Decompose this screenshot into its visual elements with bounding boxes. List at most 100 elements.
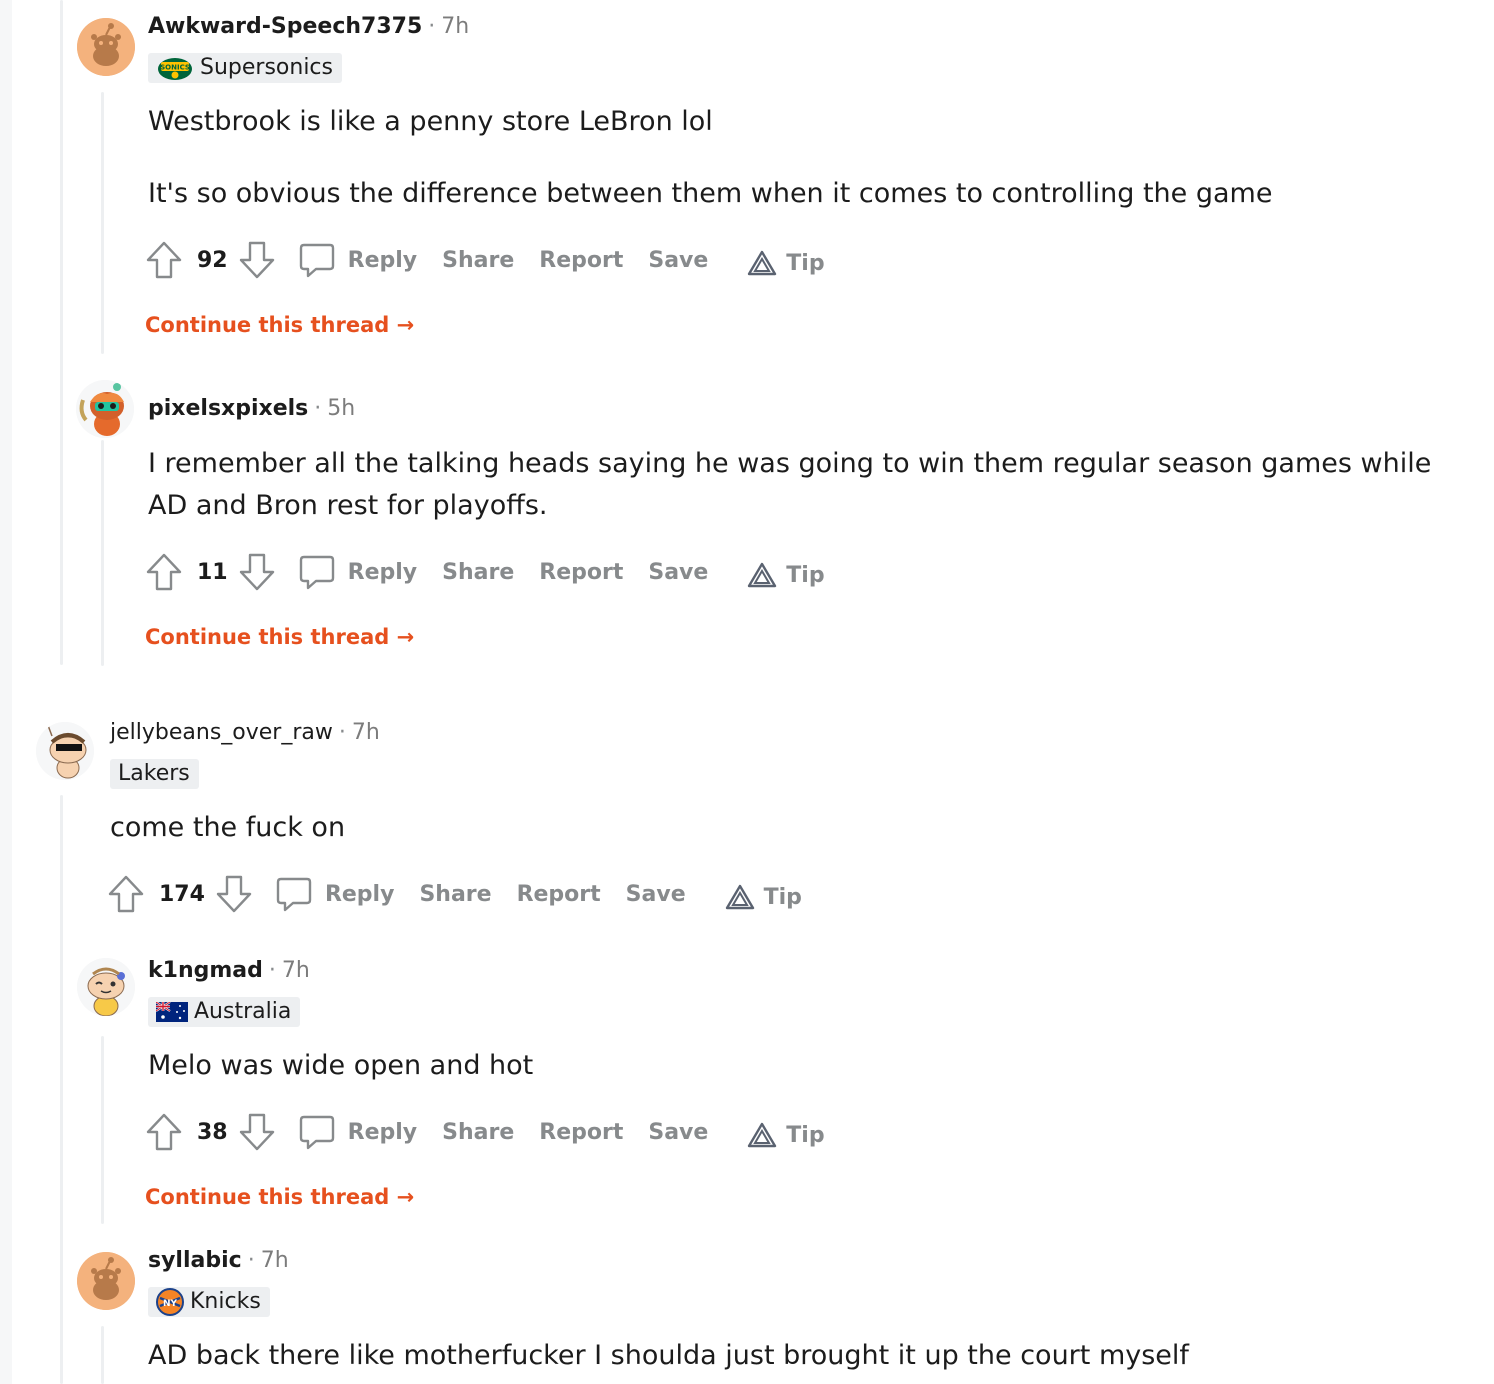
author-link[interactable]: pixelsxpixels (148, 396, 308, 421)
continue-thread-link[interactable]: Continue this thread → (145, 1185, 414, 1209)
avatar[interactable] (77, 958, 135, 1016)
reply-button[interactable]: Reply (275, 875, 395, 913)
avatar[interactable] (76, 380, 134, 438)
avatar[interactable] (36, 722, 94, 780)
continue-thread-link[interactable]: Continue this thread → (145, 625, 414, 649)
author-link[interactable]: syllabic (148, 1248, 242, 1273)
comment-paragraph: I remember all the talking heads saying … (148, 448, 1432, 521)
downvote-arrow-icon[interactable] (215, 874, 253, 914)
reply-button[interactable]: Reply (298, 241, 418, 279)
comment-paragraph: It's so obvious the difference between t… (148, 178, 1273, 209)
upvote-arrow-icon[interactable] (145, 240, 183, 280)
separator-dot: · (247, 1248, 255, 1273)
reply-label: Reply (347, 247, 418, 273)
downvote-arrow-icon[interactable] (238, 552, 276, 592)
upvote-arrow-icon[interactable] (107, 874, 145, 914)
tip-button[interactable]: Tip (724, 883, 802, 911)
reply-button[interactable]: Reply (298, 553, 418, 591)
author-link[interactable]: Awkward-Speech7375 (148, 14, 422, 39)
thread-line[interactable] (101, 1326, 104, 1384)
timestamp[interactable]: 7h (282, 958, 310, 983)
tip-triangle-icon (748, 562, 777, 588)
continue-thread-label: Continue this thread (145, 625, 390, 649)
save-button[interactable]: Save (626, 882, 686, 907)
reply-button[interactable]: Reply (298, 1113, 417, 1151)
comment-meta: Awkward-Speech7375 · 7h (148, 14, 469, 39)
svg-text:NY: NY (163, 1299, 178, 1309)
report-button[interactable]: Report (539, 1120, 623, 1145)
save-button[interactable]: Save (648, 1120, 708, 1145)
upvote-arrow-icon[interactable] (145, 1112, 183, 1152)
separator-dot: · (268, 958, 276, 983)
tip-button[interactable]: Tip (746, 561, 825, 589)
svg-text:SONICS: SONICS (160, 64, 190, 72)
thread-line[interactable] (101, 440, 104, 666)
tip-triangle-icon (748, 1122, 777, 1148)
thread-line[interactable] (60, 795, 63, 1384)
save-button[interactable]: Save (648, 248, 708, 273)
comment-meta: k1ngmad · 7h (148, 958, 310, 983)
reply-label: Reply (347, 559, 418, 585)
comment-bubble-icon (299, 1115, 334, 1150)
flair-text: Knicks (190, 1289, 261, 1314)
avatar[interactable] (77, 1252, 135, 1310)
arrow-right-icon: → (389, 625, 415, 649)
flair-text: Australia (194, 999, 292, 1024)
downvote-arrow-icon[interactable] (238, 240, 276, 280)
author-link[interactable]: k1ngmad (148, 958, 263, 983)
thread-line[interactable] (101, 92, 104, 354)
timestamp[interactable]: 5h (327, 396, 355, 421)
comment-thread-page: Awkward-Speech7375 · 7h SONICS Supersonics… (0, 0, 1494, 1384)
share-button[interactable]: Share (442, 1120, 514, 1145)
user-flair: NY Knicks (148, 1287, 270, 1317)
vote-score: 38 (197, 1119, 228, 1145)
snoo-avatar-icon (77, 1252, 135, 1310)
reply-label: Reply (324, 881, 395, 907)
share-button[interactable]: Share (442, 560, 514, 585)
report-button[interactable]: Report (539, 560, 623, 585)
tip-label: Tip (786, 562, 825, 588)
continue-thread-label: Continue this thread (145, 313, 390, 337)
share-button[interactable]: Share (419, 882, 491, 907)
comment-paragraph: Melo was wide open and hot (148, 1050, 534, 1081)
avatar[interactable] (77, 18, 135, 76)
thread-line[interactable] (60, 0, 63, 665)
comment-meta: syllabic · 7h (148, 1248, 289, 1273)
australia-flag-icon (156, 1002, 188, 1022)
comment-body: Westbrook is like a penny store LeBron l… (148, 101, 1448, 215)
tip-triangle-icon (725, 884, 754, 910)
comment-paragraph: AD back there like motherfucker I should… (148, 1340, 1189, 1371)
report-button[interactable]: Report (539, 248, 623, 273)
tip-label: Tip (786, 250, 825, 276)
vote-score: 174 (159, 881, 205, 907)
tip-label: Tip (763, 884, 802, 910)
continue-thread-link[interactable]: Continue this thread → (145, 313, 414, 337)
comment-actions: 92 Reply Share Report Save Tip (145, 238, 850, 282)
upvote-arrow-icon[interactable] (145, 552, 183, 592)
continue-thread-label: Continue this thread (145, 1185, 390, 1209)
flair-text: Supersonics (200, 55, 333, 80)
save-button[interactable]: Save (648, 560, 708, 585)
downvote-arrow-icon[interactable] (238, 1112, 276, 1152)
comment-paragraph: Westbrook is like a penny store LeBron l… (148, 106, 713, 137)
comment-actions: 38 Reply Share Report Save Tip (145, 1110, 850, 1154)
snoo-avatar-icon (36, 722, 94, 780)
tip-button[interactable]: Tip (746, 249, 825, 277)
supersonics-logo-icon: SONICS (156, 55, 194, 81)
report-button[interactable]: Report (517, 882, 601, 907)
tip-button[interactable]: Tip (746, 1121, 825, 1149)
timestamp[interactable]: 7h (261, 1248, 289, 1273)
knicks-logo-icon: NY (156, 1288, 184, 1316)
comment-actions: 174 Reply Share Report Save Tip (107, 872, 827, 916)
snoo-avatar-icon (77, 958, 135, 1016)
timestamp[interactable]: 7h (441, 14, 469, 39)
user-flair: Australia (148, 997, 301, 1027)
thread-line[interactable] (101, 1036, 104, 1224)
comment-body: AD back there like motherfucker I should… (148, 1335, 1448, 1377)
separator-dot: · (338, 720, 346, 745)
timestamp[interactable]: 7h (352, 720, 380, 745)
share-button[interactable]: Share (442, 248, 514, 273)
comment-bubble-icon (276, 877, 312, 912)
vote-score: 92 (197, 247, 228, 273)
author-link[interactable]: jellybeans_over_raw (110, 720, 333, 745)
